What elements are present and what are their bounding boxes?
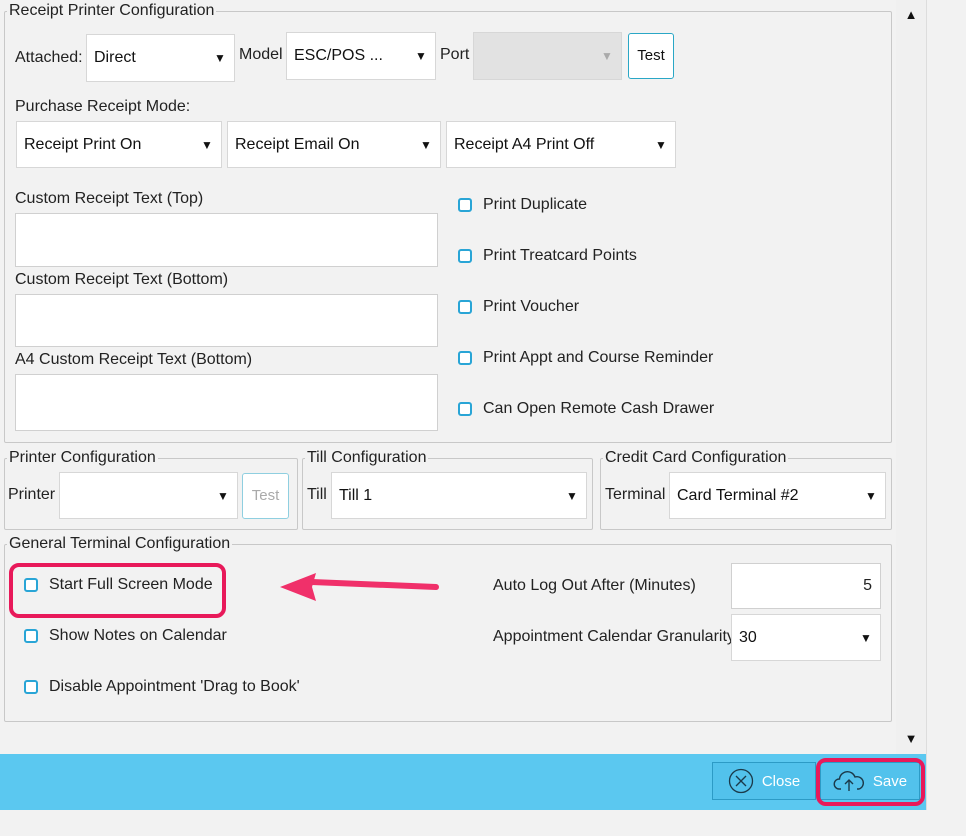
annotation-arrow-icon <box>280 573 439 601</box>
terminal-settings-window: Receipt Printer Configuration Attached: … <box>0 0 927 810</box>
chevron-down-icon: ▼ <box>860 630 872 645</box>
dialog-footer: Close Save <box>0 754 926 810</box>
custom-receipt-bottom-label: Custom Receipt Text (Bottom) <box>15 271 229 288</box>
auto-logout-input[interactable]: 5 <box>731 563 881 609</box>
scroll-down-arrow-icon[interactable]: ▼ <box>896 724 926 754</box>
chevron-down-icon: ▼ <box>415 49 427 63</box>
custom-receipt-top-label: Custom Receipt Text (Top) <box>15 190 204 207</box>
disable-drag-to-book-checkbox[interactable]: Disable Appointment 'Drag to Book' <box>24 678 300 696</box>
chevron-down-icon: ▼ <box>566 488 578 503</box>
model-value: ESC/POS ... <box>294 47 383 64</box>
granularity-value: 30 <box>739 628 757 646</box>
printer-label: Printer <box>8 486 56 503</box>
checkbox-icon <box>458 300 472 314</box>
checkbox-icon <box>24 578 38 592</box>
chevron-down-icon: ▼ <box>420 137 432 152</box>
receipt-test-button[interactable]: Test <box>628 33 674 79</box>
receipt-a4-mode-value: Receipt A4 Print Off <box>454 135 595 153</box>
checkbox-icon <box>458 198 472 212</box>
print-duplicate-label: Print Duplicate <box>483 196 588 213</box>
scroll-up-arrow-icon[interactable]: ▲ <box>896 0 926 30</box>
print-treatcard-points-label: Print Treatcard Points <box>483 247 637 264</box>
save-button-label: Save <box>872 772 908 790</box>
receipt-a4-mode-select[interactable]: Receipt A4 Print Off ▼ <box>446 121 676 168</box>
attached-select[interactable]: Direct ▼ <box>86 34 235 82</box>
granularity-select[interactable]: 30 ▼ <box>731 614 881 661</box>
save-button[interactable]: Save <box>820 762 920 800</box>
print-voucher-checkbox[interactable]: Print Voucher <box>458 298 579 316</box>
chevron-down-icon: ▼ <box>214 51 226 65</box>
disable-drag-to-book-label: Disable Appointment 'Drag to Book' <box>49 678 300 695</box>
port-label: Port <box>440 46 470 63</box>
start-full-screen-checkbox[interactable]: Start Full Screen Mode <box>24 576 213 594</box>
checkbox-icon <box>24 680 38 694</box>
model-select[interactable]: ESC/POS ... ▼ <box>286 32 436 80</box>
checkbox-icon <box>458 249 472 263</box>
print-appt-reminder-label: Print Appt and Course Reminder <box>483 349 714 366</box>
chevron-down-icon: ▼ <box>601 49 613 63</box>
receipt-email-mode-value: Receipt Email On <box>235 135 360 153</box>
custom-receipt-bottom-input[interactable] <box>15 294 438 347</box>
open-remote-cash-drawer-label: Can Open Remote Cash Drawer <box>483 400 715 417</box>
granularity-label: Appointment Calendar Granularity <box>493 628 735 645</box>
till-select[interactable]: Till 1 ▼ <box>331 472 587 519</box>
print-appt-reminder-checkbox[interactable]: Print Appt and Course Reminder <box>458 349 713 367</box>
model-label: Model <box>239 46 283 63</box>
close-button-label: Close <box>761 772 801 790</box>
receipt-email-mode-select[interactable]: Receipt Email On ▼ <box>227 121 441 168</box>
terminal-label: Terminal <box>605 486 666 503</box>
chevron-down-icon: ▼ <box>201 137 213 152</box>
a4-custom-receipt-bottom-input[interactable] <box>15 374 438 431</box>
cloud-upload-icon <box>833 771 864 791</box>
till-config-legend: Till Configuration <box>307 449 427 466</box>
attached-value: Direct <box>94 49 136 66</box>
receipt-print-mode-value: Receipt Print On <box>24 135 142 153</box>
printer-test-button[interactable]: Test <box>242 473 289 519</box>
purchase-receipt-mode-label: Purchase Receipt Mode: <box>15 98 191 115</box>
settings-content: Receipt Printer Configuration Attached: … <box>0 0 896 754</box>
checkbox-icon <box>458 351 472 365</box>
chevron-down-icon: ▼ <box>217 488 229 503</box>
close-circle-icon <box>728 768 753 794</box>
close-button[interactable]: Close <box>712 762 816 800</box>
checkbox-icon <box>458 402 472 416</box>
credit-card-config-legend: Credit Card Configuration <box>605 449 787 466</box>
general-terminal-legend: General Terminal Configuration <box>9 535 231 552</box>
print-voucher-label: Print Voucher <box>483 298 580 315</box>
show-notes-calendar-label: Show Notes on Calendar <box>49 627 227 644</box>
show-notes-calendar-checkbox[interactable]: Show Notes on Calendar <box>24 627 227 645</box>
terminal-select[interactable]: Card Terminal #2 ▼ <box>669 472 886 519</box>
checkbox-icon <box>24 629 38 643</box>
till-label: Till <box>307 486 327 503</box>
terminal-value: Card Terminal #2 <box>677 486 799 504</box>
print-treatcard-points-checkbox[interactable]: Print Treatcard Points <box>458 247 637 265</box>
till-value: Till 1 <box>339 486 373 504</box>
receipt-print-mode-select[interactable]: Receipt Print On ▼ <box>16 121 222 168</box>
a4-custom-receipt-bottom-label: A4 Custom Receipt Text (Bottom) <box>15 351 253 368</box>
printer-select[interactable]: ▼ <box>59 472 238 519</box>
open-remote-cash-drawer-checkbox[interactable]: Can Open Remote Cash Drawer <box>458 400 714 418</box>
chevron-down-icon: ▼ <box>865 488 877 503</box>
start-full-screen-label: Start Full Screen Mode <box>49 576 213 593</box>
vertical-scrollbar[interactable]: ▲ ▼ <box>896 0 926 754</box>
printer-config-legend: Printer Configuration <box>9 449 156 466</box>
chevron-down-icon: ▼ <box>655 137 667 152</box>
print-duplicate-checkbox[interactable]: Print Duplicate <box>458 196 587 214</box>
custom-receipt-top-input[interactable] <box>15 213 438 267</box>
receipt-printer-legend: Receipt Printer Configuration <box>9 2 215 19</box>
port-select[interactable]: ▼ <box>473 32 622 80</box>
attached-label: Attached: <box>15 49 83 66</box>
auto-logout-label: Auto Log Out After (Minutes) <box>493 577 696 594</box>
